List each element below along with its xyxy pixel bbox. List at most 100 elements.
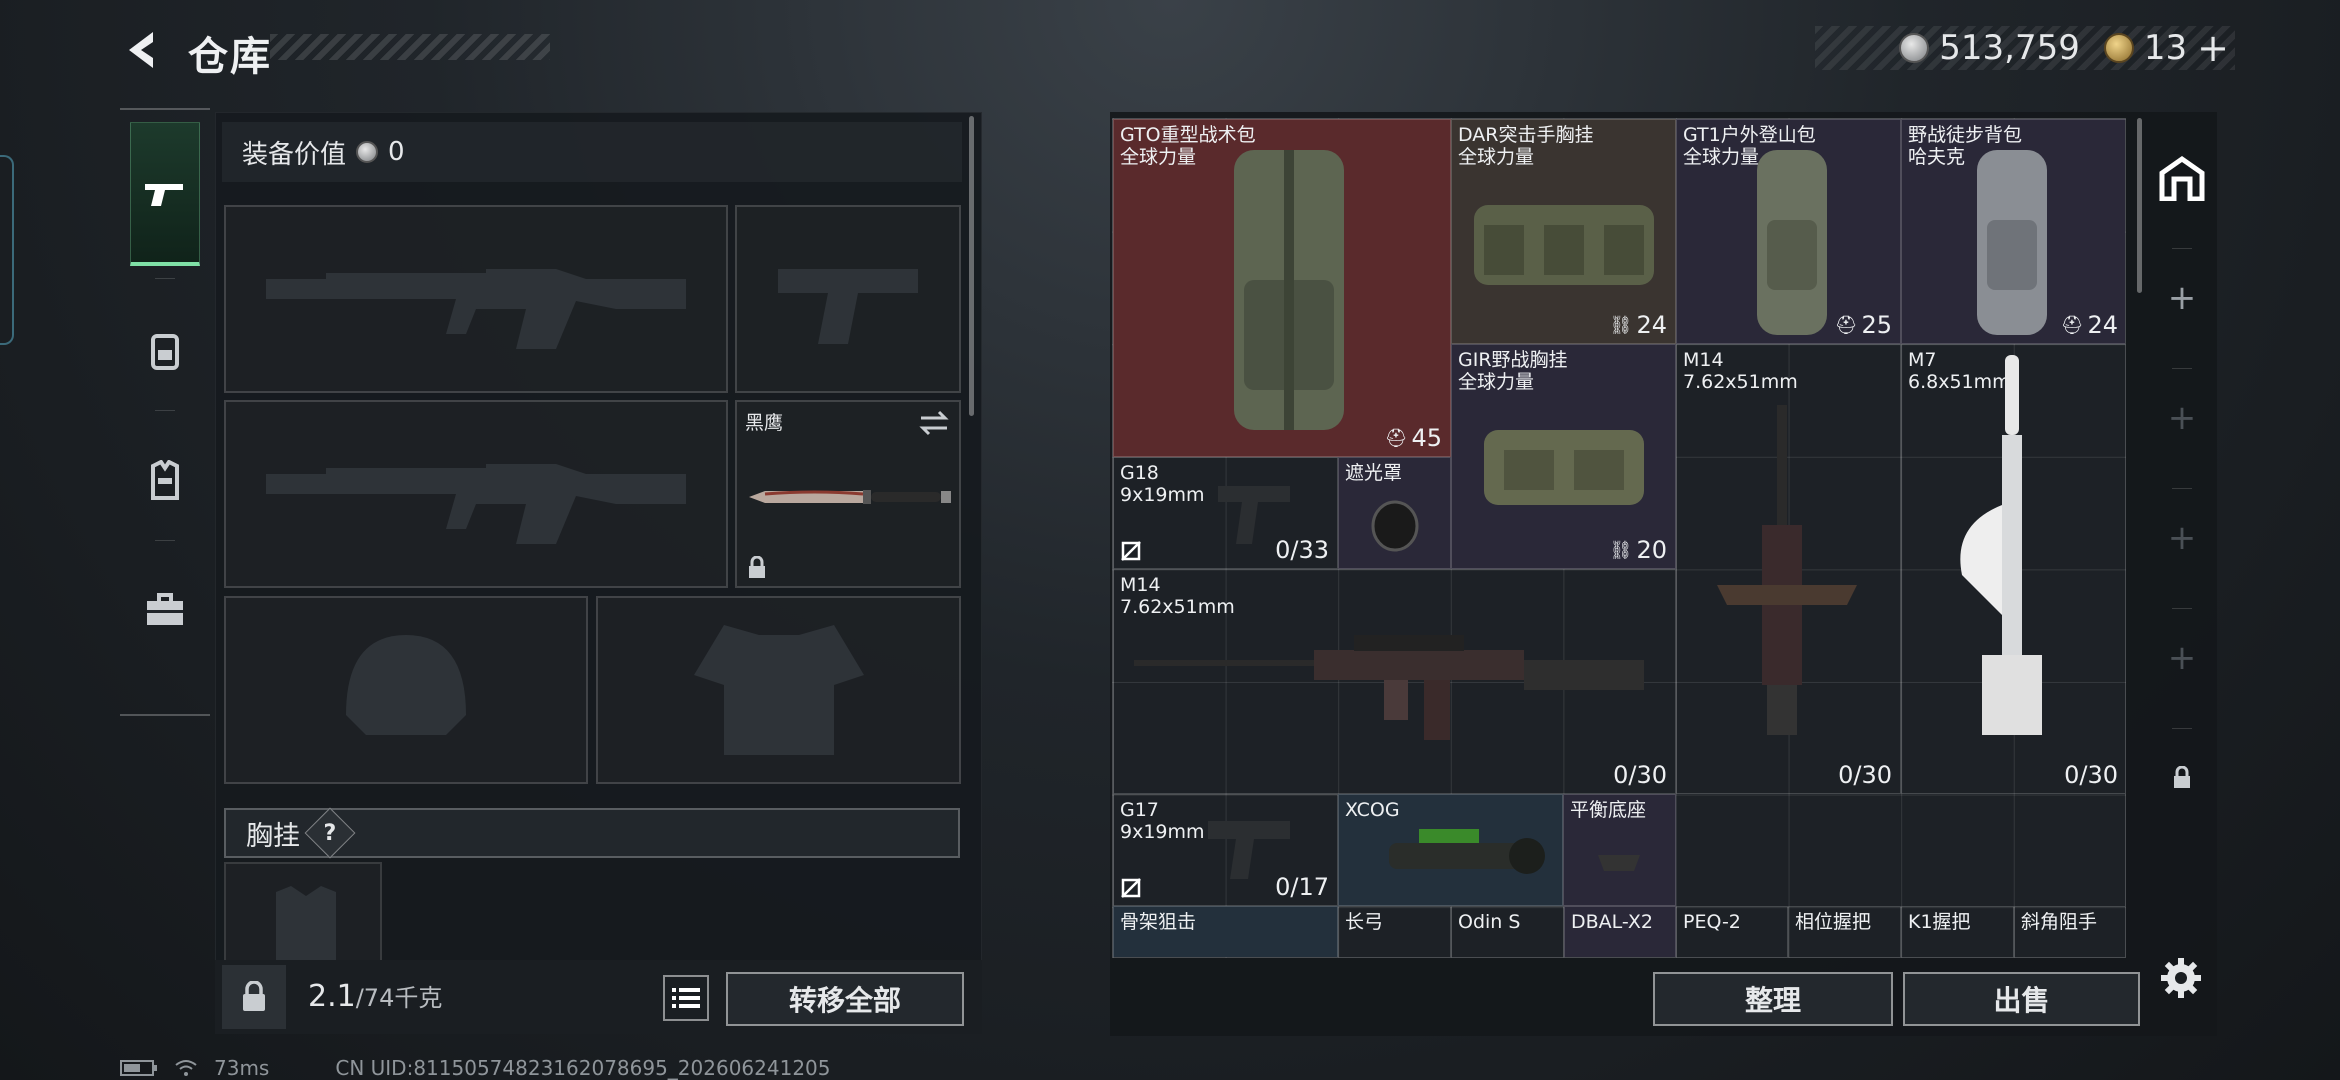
item-name: 平衡底座: [1570, 799, 1647, 821]
stash-item[interactable]: GIR野战胸挂 全球力量 ⛓ 20: [1451, 344, 1676, 569]
list-view-button[interactable]: [663, 975, 709, 1021]
lock-icon: [243, 981, 265, 1011]
equip-value-bar: 装备价值 0: [222, 122, 962, 182]
tab-backpacks[interactable]: [120, 280, 210, 420]
pistol-icon: [145, 183, 183, 206]
stash-item[interactable]: PEQ-2: [1676, 906, 1788, 957]
stash-item[interactable]: Odin S: [1451, 906, 1564, 957]
secondary-weapon-slot[interactable]: [224, 400, 728, 588]
loadout-scrollbar[interactable]: [969, 116, 974, 416]
knife-icon: [749, 490, 951, 504]
briefcase-icon: [147, 593, 183, 625]
add-currency-button[interactable]: +: [2197, 26, 2229, 70]
rifle-icon: [1960, 355, 2042, 735]
token-icon: [2103, 33, 2134, 63]
item-name: M14 7.62x51mm: [1683, 349, 1798, 393]
stash-item[interactable]: 相位握把: [1788, 906, 1901, 957]
item-name: G17 9x19mm: [1120, 799, 1205, 843]
scope-icon: [1389, 829, 1545, 874]
token-balance: 13: [2143, 28, 2188, 68]
stash-scrollbar[interactable]: [2137, 118, 2142, 293]
item-name: GIR野战胸挂 全球力量: [1458, 349, 1568, 393]
helmet-slot[interactable]: [224, 596, 588, 784]
settings-button[interactable]: [2155, 952, 2207, 1004]
help-button[interactable]: ?: [304, 807, 356, 859]
stash-item[interactable]: 长弓: [1338, 906, 1451, 957]
add-page-button[interactable]: +: [2144, 248, 2220, 348]
stash-item[interactable]: 斜角阻手: [2014, 906, 2125, 957]
coin-icon: [1899, 33, 1930, 63]
stash-item[interactable]: M14 7.62x51mm 0/30: [1676, 344, 1901, 794]
stash-item[interactable]: DBAL-X2: [1564, 906, 1676, 957]
transfer-all-button[interactable]: 转移全部: [726, 972, 964, 1026]
item-name: DAR突击手胸挂 全球力量: [1458, 124, 1594, 168]
stash-item[interactable]: DAR突击手胸挂 全球力量 ⛓ 24: [1451, 119, 1676, 344]
stash-item[interactable]: K1握把: [1901, 906, 2014, 957]
add-page-button[interactable]: +: [2144, 608, 2220, 708]
tab-vests[interactable]: [120, 410, 210, 550]
stash-item[interactable]: G18 9x19mm 0/33: [1113, 457, 1338, 569]
backpack-icon: [151, 334, 179, 370]
melee-slot[interactable]: 黑鹰: [735, 400, 961, 588]
tab-weapons[interactable]: [130, 122, 200, 266]
status-bar: 73ms CN UID:81150574823162078695_2026062…: [120, 1056, 831, 1080]
vest-silhouette-icon: [276, 886, 336, 962]
sidearm-slot[interactable]: [735, 205, 961, 393]
stash-item[interactable]: 野战徒步背包 哈夫克 ⛑ 24: [1901, 119, 2125, 344]
back-arrow-icon: [129, 32, 153, 68]
item-name: 骨架狙击: [1120, 911, 1197, 933]
ping: 73ms: [214, 1056, 270, 1080]
item-count: ⛑ 24: [2060, 311, 2118, 339]
item-name: DBAL-X2: [1571, 911, 1653, 933]
category-nav: [120, 108, 210, 716]
item-count: 0/33: [1275, 536, 1329, 564]
no-magazine-icon: [1121, 541, 1141, 561]
vest-icon: [1484, 430, 1644, 505]
item-name: 斜角阻手: [2021, 911, 2098, 933]
item-count: ⛓ 20: [1609, 536, 1667, 564]
stash-item[interactable]: GT1户外登山包 全球力量 ⛑ 25: [1676, 119, 1901, 344]
locked-page[interactable]: [2144, 728, 2220, 828]
page-title: 仓库: [188, 34, 272, 80]
stash-item[interactable]: GTO重型战术包 全球力量 ⛑ 45: [1113, 119, 1451, 457]
stash-item[interactable]: 骨架狙击: [1113, 906, 1338, 957]
stash-item[interactable]: G17 9x19mm 0/17: [1113, 794, 1338, 906]
chest-rig-header: 胸挂 ?: [224, 807, 960, 859]
equip-value-label: 装备价值: [242, 139, 347, 170]
item-count: ⛓ 24: [1609, 311, 1667, 339]
item-count: 0/30: [1613, 761, 1667, 789]
gear-icon: [2161, 958, 2201, 998]
no-magazine-icon: [1121, 878, 1141, 898]
primary-weapon-slot[interactable]: [224, 205, 728, 393]
coin-icon: [356, 141, 379, 163]
add-page-button[interactable]: +: [2144, 488, 2220, 588]
chest-rig-slot[interactable]: [224, 862, 382, 962]
item-count: 0/30: [1838, 761, 1892, 789]
title-decoration: [270, 34, 550, 60]
item-name: 遮光罩: [1345, 462, 1403, 484]
swap-icon[interactable]: [919, 410, 949, 436]
stash-grid: GTO重型战术包 全球力量 ⛑ 45 DAR突击手胸挂 全球力量 ⛓ 24 GT1户外登…: [1112, 118, 2126, 958]
rifle-icon: [1134, 635, 1644, 740]
armor-slot[interactable]: [596, 596, 961, 784]
tab-cases[interactable]: [120, 540, 210, 680]
sell-button[interactable]: 出售: [1903, 972, 2140, 1026]
stash-page-nav: + + + +: [2144, 108, 2220, 958]
stash-item[interactable]: M14 7.62x51mm 0/30: [1113, 569, 1676, 794]
stash-item[interactable]: 遮光罩: [1338, 457, 1451, 569]
stash-item[interactable]: 平衡底座: [1563, 794, 1676, 906]
mount-icon: [1598, 855, 1640, 871]
item-name: K1握把: [1908, 911, 1971, 933]
add-page-button[interactable]: +: [2144, 368, 2220, 468]
item-count: ⛑ 25: [1834, 311, 1892, 339]
rifle-silhouette-icon: [266, 269, 686, 349]
stash-item[interactable]: XCOG: [1338, 794, 1563, 906]
pistol-silhouette-icon: [778, 269, 918, 344]
sort-button[interactable]: 整理: [1653, 972, 1893, 1026]
rifle-silhouette-icon: [266, 464, 686, 544]
stash-item[interactable]: M7 6.8x51mm 0/30: [1901, 344, 2125, 794]
stash-page-main[interactable]: [2144, 128, 2220, 228]
back-button[interactable]: [115, 22, 171, 78]
lock-loadout-button[interactable]: [222, 965, 286, 1029]
weight-readout: 2.1/74千克: [308, 979, 443, 1014]
